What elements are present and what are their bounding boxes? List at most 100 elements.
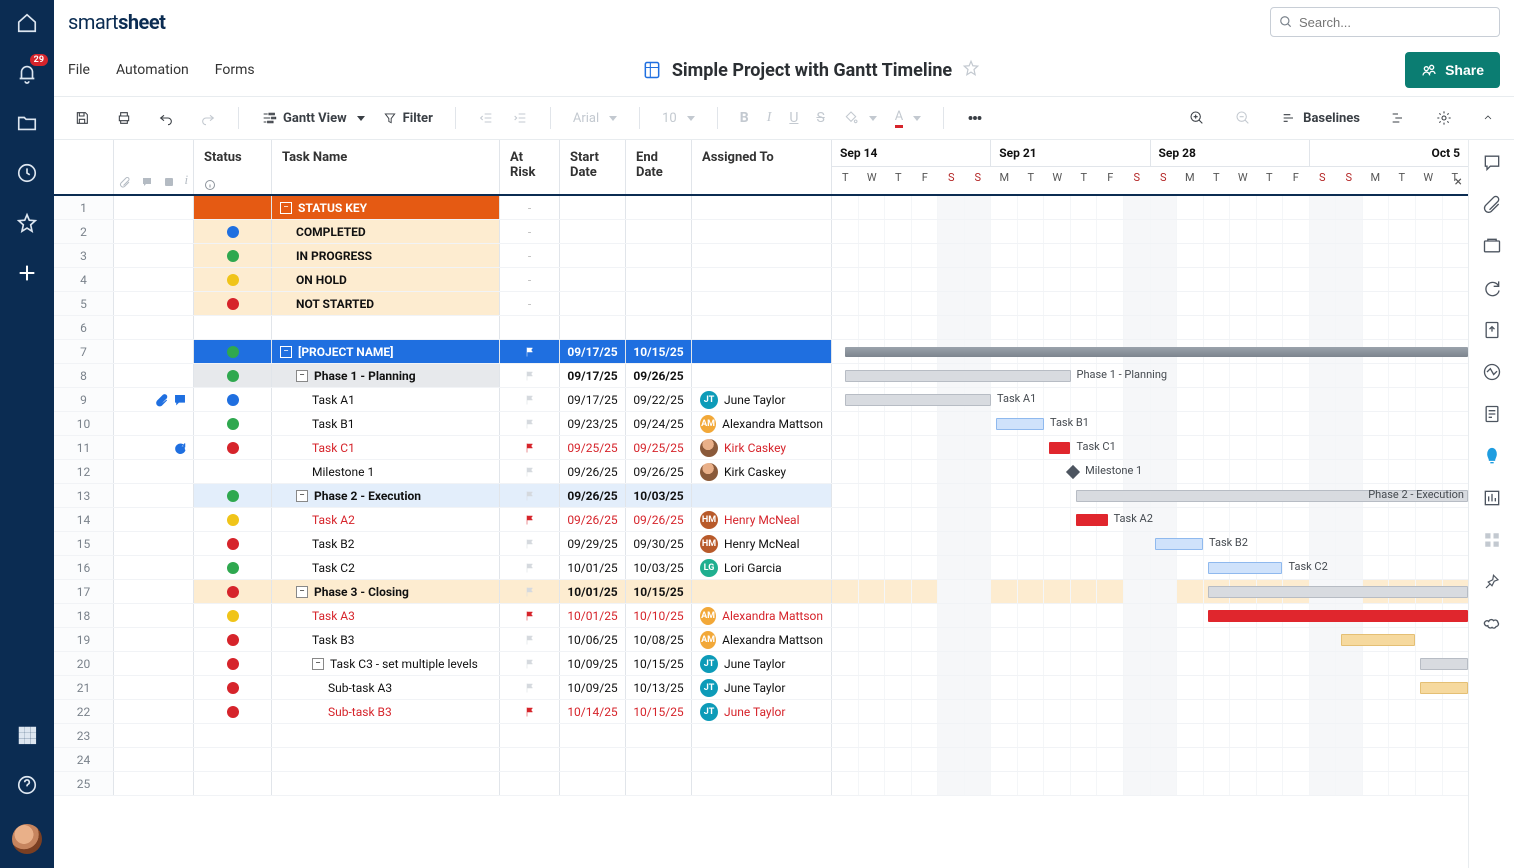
- grid-row[interactable]: 8−Phase 1 - Planning09/17/2509/26/25Phas…: [54, 364, 1468, 388]
- assigned-to-cell[interactable]: Kirk Caskey: [692, 460, 832, 483]
- assigned-to-cell[interactable]: [692, 340, 832, 363]
- row-number[interactable]: 20: [54, 652, 114, 675]
- status-cell[interactable]: [194, 700, 272, 723]
- gantt-bar[interactable]: [1420, 682, 1468, 694]
- status-cell[interactable]: [194, 460, 272, 483]
- assigned-to-cell[interactable]: AMAlexandra Mattson: [692, 604, 832, 627]
- at-risk-cell[interactable]: [500, 580, 560, 603]
- grid-row[interactable]: 1−STATUS KEY-: [54, 196, 1468, 220]
- collapse-toggle[interactable]: −: [296, 370, 308, 382]
- menu-forms[interactable]: Forms: [215, 62, 255, 78]
- view-switcher[interactable]: Gantt View: [255, 106, 371, 130]
- end-date-cell[interactable]: [626, 772, 692, 795]
- row-number[interactable]: 21: [54, 676, 114, 699]
- status-cell[interactable]: [194, 556, 272, 579]
- at-risk-cell[interactable]: [500, 484, 560, 507]
- status-cell[interactable]: [194, 268, 272, 291]
- col-task-name[interactable]: Task Name: [272, 140, 500, 194]
- gantt-cell[interactable]: [832, 196, 1468, 219]
- start-date-cell[interactable]: [560, 268, 626, 291]
- grid-row[interactable]: 16Task C210/01/2510/03/25LGLori GarciaTa…: [54, 556, 1468, 580]
- at-risk-cell[interactable]: [500, 436, 560, 459]
- status-cell[interactable]: [194, 436, 272, 459]
- task-cell[interactable]: −[PROJECT NAME]: [272, 340, 500, 363]
- gantt-cell[interactable]: [832, 652, 1468, 675]
- col-at-risk[interactable]: At Risk: [500, 140, 560, 194]
- sheet-title[interactable]: Simple Project with Gantt Timeline: [672, 60, 952, 81]
- comment-indicator-icon[interactable]: [173, 393, 187, 407]
- status-cell[interactable]: [194, 340, 272, 363]
- end-date-cell[interactable]: [626, 220, 692, 243]
- recent-icon[interactable]: [16, 162, 38, 184]
- assigned-to-cell[interactable]: JTJune Taylor: [692, 388, 832, 411]
- share-button[interactable]: Share: [1405, 52, 1500, 88]
- assigned-to-cell[interactable]: [692, 580, 832, 603]
- end-date-cell[interactable]: 09/30/25: [626, 532, 692, 555]
- start-date-cell[interactable]: 10/09/25: [560, 652, 626, 675]
- at-risk-cell[interactable]: [500, 364, 560, 387]
- start-date-cell[interactable]: 09/26/25: [560, 508, 626, 531]
- assigned-to-cell[interactable]: [692, 268, 832, 291]
- assigned-to-cell[interactable]: [692, 196, 832, 219]
- settings-icon[interactable]: [1430, 106, 1458, 130]
- more-icon[interactable]: [960, 105, 990, 131]
- gantt-bar[interactable]: [1208, 610, 1468, 622]
- grid-row[interactable]: 11Task C109/25/2509/25/25Kirk CaskeyTask…: [54, 436, 1468, 460]
- publish-icon[interactable]: [1482, 320, 1502, 340]
- status-cell[interactable]: [194, 532, 272, 555]
- folder-icon[interactable]: [16, 112, 38, 134]
- gantt-bar[interactable]: [1155, 538, 1203, 550]
- gantt-cell[interactable]: [832, 580, 1468, 603]
- end-date-cell[interactable]: 09/26/25: [626, 364, 692, 387]
- grid-row[interactable]: 2COMPLETED-: [54, 220, 1468, 244]
- at-risk-cell[interactable]: [500, 676, 560, 699]
- row-number[interactable]: 14: [54, 508, 114, 531]
- row-number[interactable]: 4: [54, 268, 114, 291]
- end-date-cell[interactable]: [626, 268, 692, 291]
- gantt-cell[interactable]: [832, 700, 1468, 723]
- assigned-to-cell[interactable]: [692, 316, 832, 339]
- gantt-bar[interactable]: [1049, 442, 1070, 454]
- start-date-cell[interactable]: 09/17/25: [560, 340, 626, 363]
- font-select[interactable]: Arial: [567, 107, 623, 130]
- gantt-cell[interactable]: Task B2: [832, 532, 1468, 555]
- grid-row[interactable]: 3IN PROGRESS-: [54, 244, 1468, 268]
- grid-row[interactable]: 25: [54, 772, 1468, 796]
- at-risk-cell[interactable]: [500, 772, 560, 795]
- baselines-button[interactable]: Baselines: [1275, 106, 1366, 130]
- grid-row[interactable]: 23: [54, 724, 1468, 748]
- end-date-cell[interactable]: 10/10/25: [626, 604, 692, 627]
- status-cell[interactable]: [194, 484, 272, 507]
- row-number[interactable]: 11: [54, 436, 114, 459]
- at-risk-cell[interactable]: [500, 412, 560, 435]
- gantt-cell[interactable]: Phase 1 - Planning: [832, 364, 1468, 387]
- undo-icon[interactable]: [152, 106, 180, 130]
- col-end-date[interactable]: EndDate: [626, 140, 692, 194]
- assigned-to-cell[interactable]: [692, 748, 832, 771]
- status-cell[interactable]: [194, 604, 272, 627]
- start-date-cell[interactable]: 09/17/25: [560, 388, 626, 411]
- collapse-toggle[interactable]: −: [280, 346, 292, 358]
- end-date-cell[interactable]: 10/15/25: [626, 340, 692, 363]
- font-size-select[interactable]: 10: [656, 107, 701, 130]
- at-risk-cell[interactable]: [500, 700, 560, 723]
- gantt-bar[interactable]: [845, 394, 991, 406]
- grid-row[interactable]: 13−Phase 2 - Execution09/26/2510/03/25Ph…: [54, 484, 1468, 508]
- assigned-to-cell[interactable]: [692, 484, 832, 507]
- end-date-cell[interactable]: [626, 724, 692, 747]
- start-date-cell[interactable]: 10/06/25: [560, 628, 626, 651]
- at-risk-cell[interactable]: -: [500, 292, 560, 315]
- row-number[interactable]: 12: [54, 460, 114, 483]
- end-date-cell[interactable]: [626, 748, 692, 771]
- col-assigned-to[interactable]: Assigned To: [692, 140, 832, 194]
- gantt-cell[interactable]: [832, 772, 1468, 795]
- start-date-cell[interactable]: [560, 196, 626, 219]
- grid-row[interactable]: 7−[PROJECT NAME]09/17/2510/15/25: [54, 340, 1468, 364]
- menu-automation[interactable]: Automation: [116, 62, 189, 78]
- text-color-icon[interactable]: A: [889, 105, 927, 132]
- assigned-to-cell[interactable]: [692, 364, 832, 387]
- end-date-cell[interactable]: 09/26/25: [626, 460, 692, 483]
- at-risk-cell[interactable]: [500, 532, 560, 555]
- task-cell[interactable]: Task A2: [272, 508, 500, 531]
- at-risk-cell[interactable]: -: [500, 268, 560, 291]
